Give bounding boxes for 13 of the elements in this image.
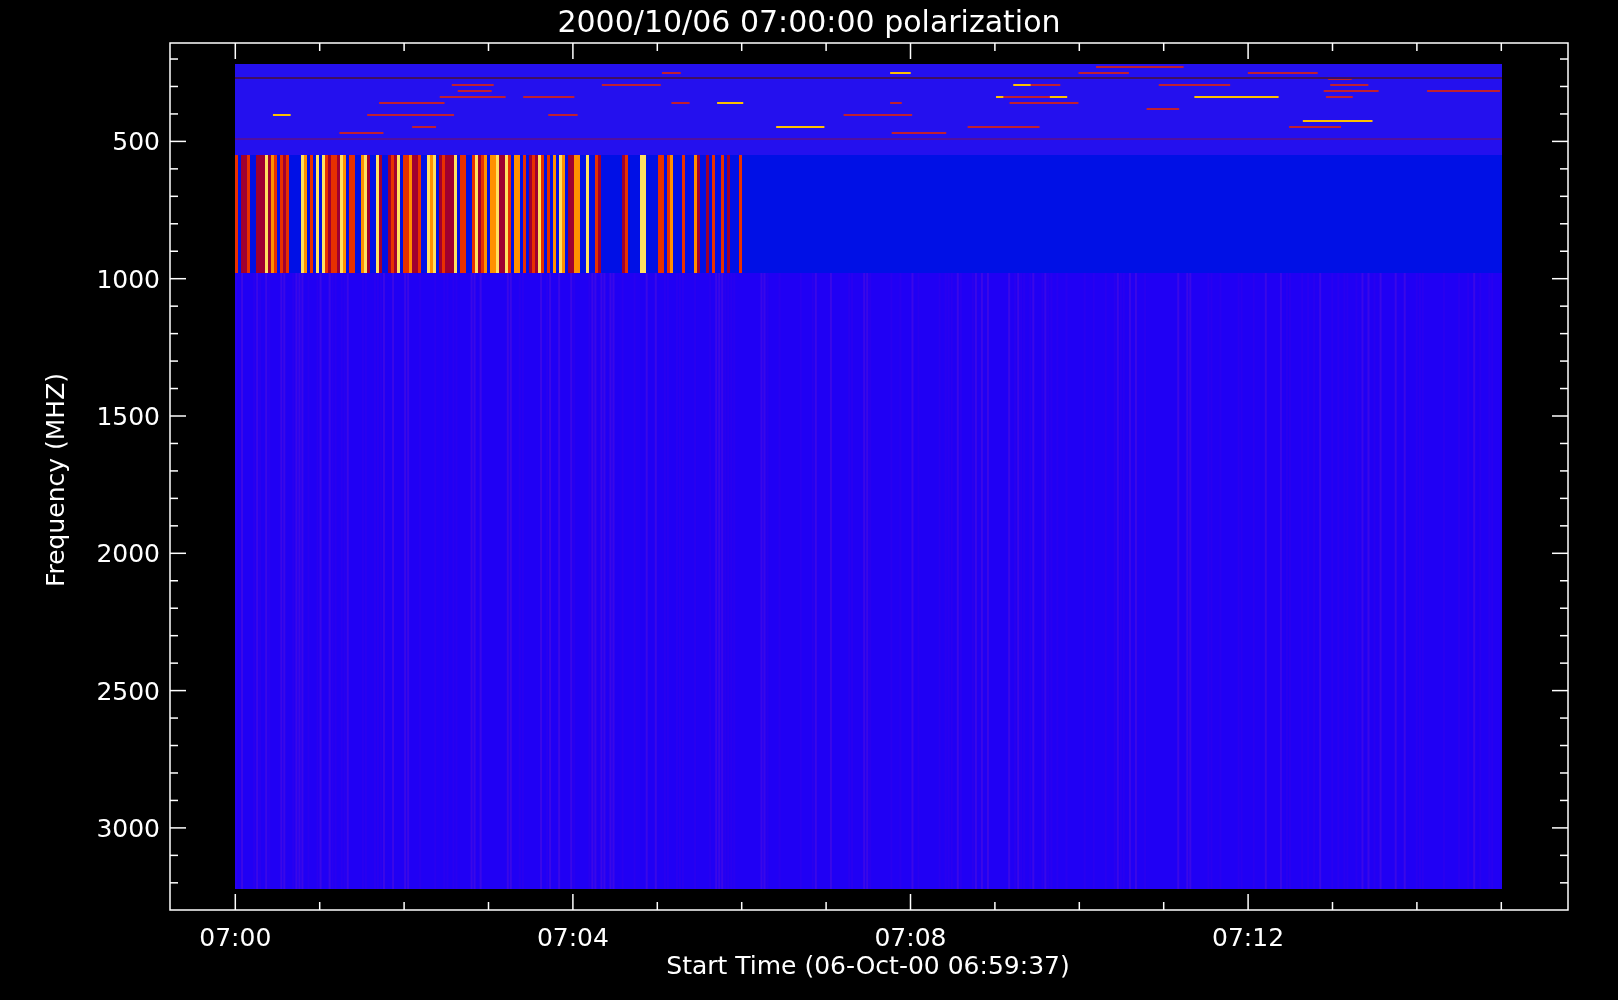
y-tick-label: 1000: [96, 264, 160, 294]
x-tick-label: 07:12: [1212, 923, 1285, 952]
x-tick-label: 07:00: [199, 923, 272, 952]
x-axis-label: Start Time (06-Oct-00 06:59:37): [666, 951, 1070, 980]
x-tick-label: 07:08: [874, 923, 947, 952]
y-tick-label: 2000: [96, 539, 160, 569]
x-tick-label: 07:04: [536, 923, 609, 952]
y-tick-label: 1500: [96, 402, 160, 431]
y-tick-label: 2500: [96, 676, 160, 706]
y-tick-label: 500: [112, 127, 160, 157]
y-tick-label: 3000: [96, 813, 160, 843]
chart-title: 2000/10/06 07:00:00 polarization: [557, 4, 1061, 39]
y-axis-label: Frequency (MHZ): [41, 372, 70, 588]
